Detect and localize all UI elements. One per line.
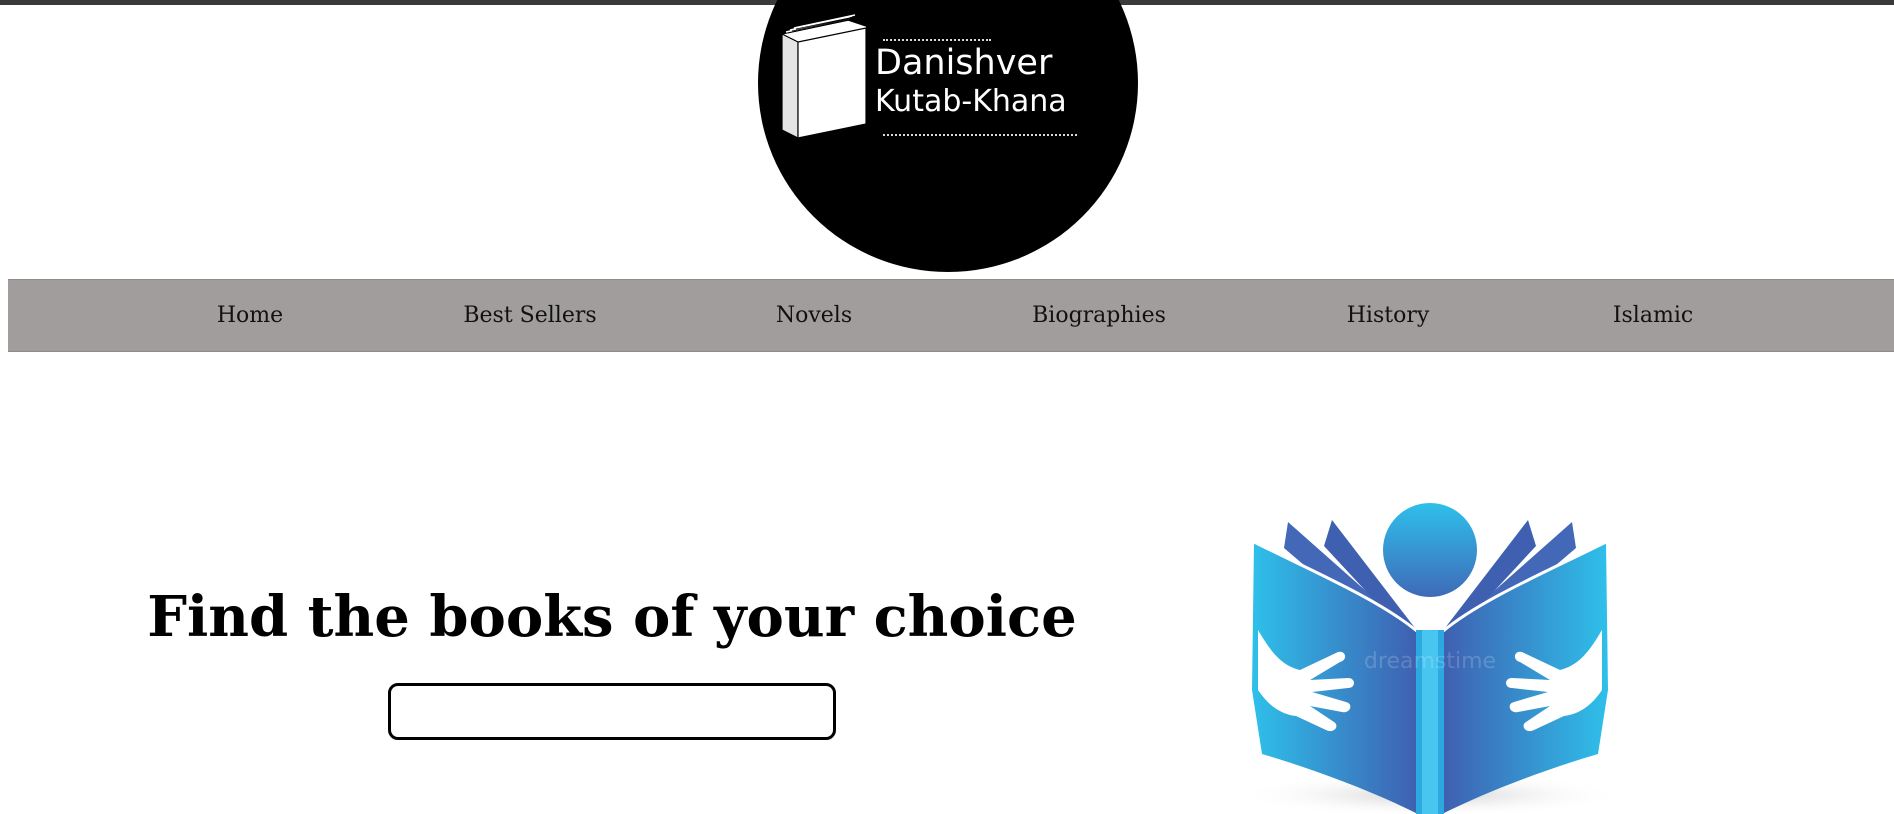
logo-divider-bottom <box>883 134 1077 136</box>
nav-item-biographies[interactable]: Biographies <box>1032 280 1166 351</box>
nav-item-history[interactable]: History <box>1347 280 1430 351</box>
main-nav: Home Best Sellers Novels Biographies His… <box>8 279 1894 352</box>
svg-text:dreamstime: dreamstime <box>1364 649 1496 674</box>
site-logo[interactable]: Danishver Kutab-Khana <box>758 0 1138 272</box>
brand-name-line1: Danishver <box>875 43 1053 83</box>
search-input[interactable] <box>388 683 836 740</box>
nav-item-islamic[interactable]: Islamic <box>1613 280 1693 351</box>
hero-title: Find the books of your choice <box>147 584 1077 650</box>
page: Danishver Kutab-Khana Home Best Sellers … <box>0 0 1894 814</box>
person-reading-book-icon: dreamstime <box>1235 503 1625 814</box>
nav-item-home[interactable]: Home <box>217 280 283 351</box>
logo-divider-top <box>883 39 991 41</box>
brand-name-line2: Kutab-Khana <box>875 84 1067 119</box>
nav-item-best-sellers[interactable]: Best Sellers <box>463 280 596 351</box>
book-icon <box>781 14 867 139</box>
nav-item-novels[interactable]: Novels <box>776 280 852 351</box>
